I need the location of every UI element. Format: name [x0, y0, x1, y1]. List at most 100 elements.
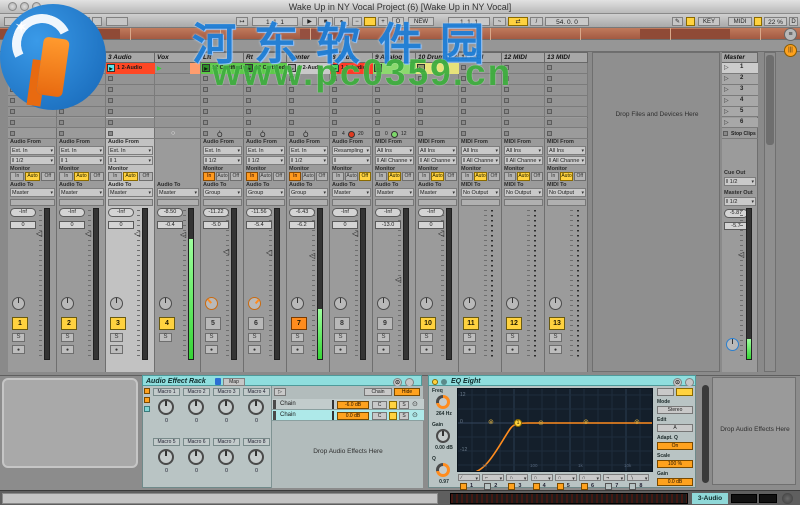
overdub-button[interactable]: [364, 17, 376, 26]
output-select[interactable]: Master ▾: [418, 188, 457, 197]
solo-button[interactable]: S: [248, 333, 261, 342]
show-macros-toggle[interactable]: [144, 388, 150, 394]
band-on-checkbox[interactable]: [605, 482, 613, 490]
input-type-select[interactable]: Ext. In ▾: [289, 146, 328, 155]
clip-slot[interactable]: [155, 84, 201, 96]
output-select[interactable]: No Output ▾: [461, 188, 500, 197]
clip-slot[interactable]: [8, 95, 57, 107]
computer-keyboard-indicator[interactable]: [686, 17, 695, 26]
monitor-auto-button[interactable]: Auto: [345, 172, 358, 181]
clip-stop-button[interactable]: [10, 86, 15, 92]
clip-slot[interactable]: [545, 63, 588, 74]
monitor-in-button[interactable]: In: [203, 172, 216, 181]
macro-knob[interactable]: [158, 399, 174, 415]
play-button[interactable]: ▶: [302, 17, 317, 26]
pan-knob[interactable]: [377, 297, 390, 310]
track-header[interactable]: 8 Audio: [330, 52, 373, 63]
volume-display[interactable]: -0.4: [157, 221, 183, 229]
clip-stop-button[interactable]: [289, 131, 294, 136]
monitor-auto-button[interactable]: Auto: [474, 172, 487, 181]
midi-map-button[interactable]: MIDI: [728, 17, 752, 26]
clip-slot[interactable]: [57, 106, 106, 118]
clip-stop-button[interactable]: [547, 65, 552, 70]
clip-slot[interactable]: [201, 117, 244, 129]
freq-value[interactable]: 264 Hz: [430, 411, 458, 417]
clip-stop-button[interactable]: [332, 86, 337, 92]
master-out-select[interactable]: ‖ 1/2 ▾: [724, 197, 756, 206]
fader-handle[interactable]: ◁: [134, 230, 140, 238]
clip-stop-button[interactable]: [504, 108, 509, 114]
clip-overview-waveform[interactable]: [450, 493, 688, 504]
pan-knob[interactable]: [291, 297, 304, 310]
solo-button[interactable]: S: [291, 333, 304, 342]
peak-level-display[interactable]: -Inf: [108, 208, 134, 217]
monitor-off-button[interactable]: Off: [444, 172, 457, 181]
midi-indicator[interactable]: [754, 17, 762, 26]
clip-stop-button[interactable]: [59, 75, 64, 81]
clip-stop-button[interactable]: [108, 75, 113, 81]
clip-stop-button[interactable]: [108, 97, 113, 103]
clip-stop-button[interactable]: [547, 75, 552, 81]
scene-slot[interactable]: ▷ 2: [722, 73, 758, 85]
clip-slot[interactable]: [8, 63, 57, 74]
chain-pan[interactable]: C: [372, 400, 387, 409]
solo-button[interactable]: S: [12, 333, 25, 342]
clip-stop-button[interactable]: [547, 131, 552, 136]
clip-slot[interactable]: [502, 84, 545, 96]
clip-slot[interactable]: [155, 106, 201, 118]
macro-knob[interactable]: [188, 449, 204, 465]
clip-slot[interactable]: [106, 95, 155, 107]
punch-switch-out[interactable]: /: [530, 17, 543, 26]
scrollbar-thumb[interactable]: [766, 55, 774, 145]
zoom-icon[interactable]: [32, 2, 41, 11]
monitor-off-button[interactable]: Off: [315, 172, 328, 181]
macro-label[interactable]: Macro 3: [213, 388, 240, 396]
monitor-off-button[interactable]: Off: [89, 172, 104, 181]
track-activator-button[interactable]: 10: [420, 317, 436, 330]
stop-all-clips-icon[interactable]: [723, 131, 728, 136]
monitor-auto-button[interactable]: Auto: [25, 172, 40, 181]
tap-button[interactable]: [4, 17, 18, 26]
clip-stop-button[interactable]: [203, 119, 208, 125]
clip-stop-button[interactable]: [10, 75, 15, 81]
freq-knob[interactable]: [436, 395, 450, 409]
arm-record-button[interactable]: ●: [248, 345, 261, 354]
macro-knob[interactable]: [248, 399, 264, 415]
adapt-q-value[interactable]: On: [657, 442, 693, 450]
track-header[interactable]: 2 Audio: [57, 52, 106, 63]
clip-stop-button[interactable]: [461, 86, 466, 92]
clip-slot[interactable]: [545, 117, 588, 129]
monitor-in-button[interactable]: In: [375, 172, 388, 181]
track-header[interactable]: Vox: [155, 52, 201, 63]
cue-out-select[interactable]: ‖ 1/2 ▾: [724, 177, 756, 186]
peak-level-display[interactable]: -Inf: [418, 208, 444, 217]
input-channel-select[interactable]: ‖ All Channe ▾: [504, 156, 543, 165]
chain-hot-swap-icon[interactable]: ⊙: [412, 411, 418, 419]
band-shape-select[interactable]: ∩ ▾: [530, 474, 553, 481]
track-header[interactable]: 12 MIDI: [502, 52, 545, 63]
clip-play-icon[interactable]: ▷: [288, 64, 296, 72]
track-activator-button[interactable]: 13: [549, 317, 565, 330]
groove-box[interactable]: [106, 17, 128, 26]
clip-slot[interactable]: [459, 84, 502, 96]
monitor-in-button[interactable]: In: [289, 172, 302, 181]
clip-stop-button[interactable]: [289, 86, 294, 92]
clip-slot[interactable]: [57, 73, 106, 85]
clip-slot[interactable]: [459, 117, 502, 129]
input-type-select[interactable]: Resampling ▾: [332, 146, 371, 155]
clip-slot[interactable]: [330, 106, 373, 118]
monitor-auto-button[interactable]: Auto: [259, 172, 272, 181]
clip-slot[interactable]: ▷ 1 2-Audio: [287, 63, 330, 74]
clip-stop-button[interactable]: [418, 131, 423, 136]
clip-stop-button[interactable]: [418, 75, 423, 81]
monitor-auto-button[interactable]: Auto: [302, 172, 315, 181]
fader-handle[interactable]: ◁: [85, 230, 91, 238]
clip-slot[interactable]: [416, 95, 459, 107]
macro-label[interactable]: Macro 8: [243, 438, 270, 446]
macro-label[interactable]: Macro 5: [153, 438, 180, 446]
clip-slot[interactable]: [106, 106, 155, 118]
monitor-off-button[interactable]: Off: [358, 172, 371, 181]
record-button[interactable]: ●: [334, 17, 349, 26]
output-select[interactable]: Group ▾: [289, 188, 328, 197]
pan-knob[interactable]: [420, 297, 433, 310]
